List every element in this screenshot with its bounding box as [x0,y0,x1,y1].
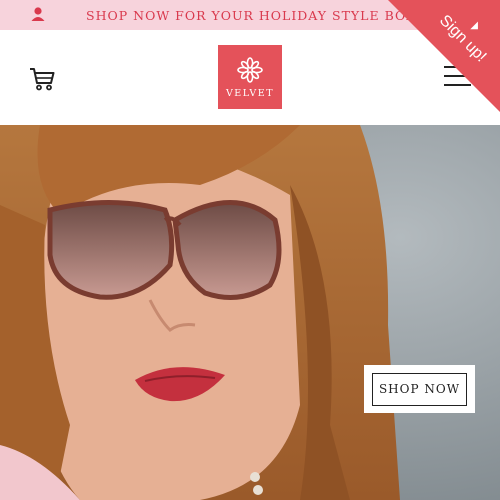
shop-now-button[interactable]: SHOP NOW [372,372,467,406]
hero-banner: SHOP NOW [0,125,500,500]
signup-arrow-icon: ◢ [470,20,478,31]
logo-text: VELVET [225,88,275,99]
shop-now-container: SHOP NOW [364,365,475,413]
cart-icon[interactable] [28,64,56,92]
user-icon[interactable] [30,6,46,22]
flower-logo-icon [237,57,263,83]
promo-text[interactable]: SHOP NOW FOR YOUR HOLIDAY STYLE BOX [86,8,416,23]
velvet-logo[interactable]: VELVET [218,45,282,109]
hero-photo [0,125,500,500]
signup-ribbon[interactable]: ◢ Sign up! [388,0,500,112]
